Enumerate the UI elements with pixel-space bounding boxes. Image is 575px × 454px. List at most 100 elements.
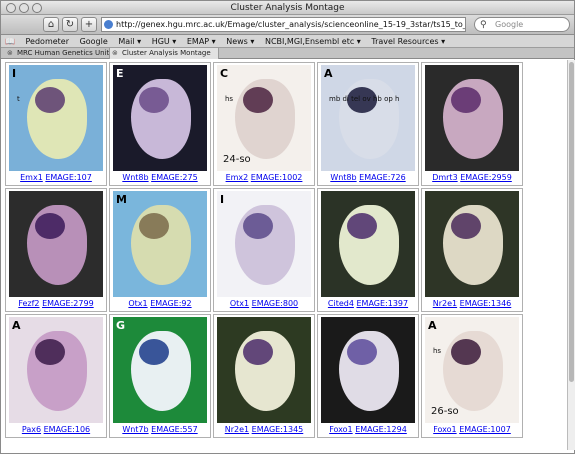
gene-link[interactable]: Emx1 (20, 173, 43, 182)
emage-link[interactable]: EMAGE:557 (151, 425, 198, 434)
gene-link[interactable]: Otx1 (128, 299, 147, 308)
emage-link[interactable]: EMAGE:275 (151, 173, 198, 182)
emage-link[interactable]: EMAGE:1007 (459, 425, 511, 434)
caption: Wnt8b EMAGE:275 (110, 173, 210, 183)
annotation-label: mb di tel ov hb op h (329, 95, 400, 103)
title-bar: Cluster Analysis Montage (1, 1, 574, 15)
embryo-image[interactable]: Chs 24-so (217, 65, 311, 171)
browser-window: Cluster Analysis Montage ⌂ ↻ + http://ge… (0, 0, 575, 454)
gene-link[interactable]: Cited4 (328, 299, 354, 308)
stain-region (35, 339, 65, 365)
annotation-label: t (17, 95, 20, 103)
emage-link[interactable]: EMAGE:1397 (356, 299, 408, 308)
add-bookmark-button[interactable]: + (81, 17, 97, 32)
annotation-label: hs (225, 95, 234, 103)
embryo-image[interactable]: Amb di tel ov hb op h (321, 65, 415, 171)
site-favicon-icon (104, 20, 113, 29)
caption: Nr2e1 EMAGE:1346 (422, 299, 522, 309)
gene-link[interactable]: Otx1 (230, 299, 249, 308)
emage-link[interactable]: EMAGE:726 (359, 173, 406, 182)
tab-close-icon[interactable]: ⊗ (112, 48, 118, 59)
gene-link[interactable]: Dmrt3 (432, 173, 457, 182)
home-icon: ⌂ (47, 19, 55, 30)
embryo-image[interactable]: A (9, 317, 103, 423)
bookmark-mail[interactable]: Mail ▾ (118, 35, 141, 47)
bookmark-news[interactable]: News ▾ (226, 35, 254, 47)
minimize-window-button[interactable] (19, 3, 29, 13)
gene-link[interactable]: Pax6 (22, 425, 41, 434)
caption: Foxo1 EMAGE:1294 (318, 425, 418, 435)
vertical-scrollbar[interactable] (567, 60, 575, 450)
somite-count-label: 24-so (223, 154, 251, 165)
gene-link[interactable]: Foxo1 (329, 425, 352, 434)
gene-link[interactable]: Nr2e1 (433, 299, 457, 308)
emage-link[interactable]: EMAGE:92 (150, 299, 191, 308)
bookmark-pedometer[interactable]: Pedometer (26, 35, 70, 47)
emage-link[interactable]: EMAGE:1294 (355, 425, 407, 434)
plus-icon: + (84, 19, 94, 30)
montage-cell: M Otx1 EMAGE:92 (109, 188, 211, 312)
embryo-image[interactable] (217, 317, 311, 423)
caption: Emx2 EMAGE:1002 (214, 173, 314, 183)
stain-region (243, 213, 273, 239)
embryo-image[interactable]: Ahs 26-so (425, 317, 519, 423)
emage-link[interactable]: EMAGE:1345 (252, 425, 304, 434)
montage-cell: Ahs 26-so Foxo1 EMAGE:1007 (421, 314, 523, 438)
embryo-image[interactable]: M (113, 191, 207, 297)
stain-region (347, 339, 377, 365)
montage-cell: Chs 24-so Emx2 EMAGE:1002 (213, 62, 315, 186)
somite-count-label: 26-so (431, 406, 459, 417)
embryo-image[interactable] (425, 191, 519, 297)
emage-link[interactable]: EMAGE:107 (45, 173, 92, 182)
bookmark-google[interactable]: Google (80, 35, 108, 47)
gene-link[interactable]: Wnt8b (330, 173, 356, 182)
embryo-image[interactable] (321, 191, 415, 297)
tab-label: Cluster Analysis Montage (122, 49, 211, 57)
gene-link[interactable]: Wnt8b (122, 173, 148, 182)
tab-close-icon[interactable]: ⊗ (7, 48, 13, 59)
bookmark-ncbi[interactable]: NCBI,MGI,Ensembl etc ▾ (265, 35, 361, 47)
montage-cell: Fezf2 EMAGE:2799 (5, 188, 107, 312)
emage-link[interactable]: EMAGE:800 (252, 299, 299, 308)
search-input[interactable]: ⚲ Google (474, 17, 570, 32)
address-bar[interactable]: http://genex.hgu.mrc.ac.uk/Emage/cluster… (101, 17, 466, 32)
montage-cell: It Emx1 EMAGE:107 (5, 62, 107, 186)
bookmark-emap[interactable]: EMAP ▾ (187, 35, 216, 47)
gene-link[interactable]: Fezf2 (18, 299, 39, 308)
emage-link[interactable]: EMAGE:2799 (42, 299, 94, 308)
emage-link[interactable]: EMAGE:2959 (460, 173, 512, 182)
emage-link[interactable]: EMAGE:106 (44, 425, 91, 434)
gene-link[interactable]: Wnt7b (122, 425, 148, 434)
emage-link[interactable]: EMAGE:1002 (251, 173, 303, 182)
scroll-thumb[interactable] (569, 62, 574, 382)
stain-region (347, 213, 377, 239)
montage-cell: Cited4 EMAGE:1397 (317, 188, 419, 312)
embryo-image[interactable] (9, 191, 103, 297)
home-button[interactable]: ⌂ (43, 17, 59, 32)
close-window-button[interactable] (6, 3, 16, 13)
tab-cluster-montage[interactable]: ⊗ Cluster Analysis Montage (109, 48, 219, 59)
bookmark-hgu[interactable]: HGU ▾ (152, 35, 177, 47)
embryo-image[interactable]: G (113, 317, 207, 423)
refresh-button[interactable]: ↻ (62, 17, 78, 32)
montage-row: A Pax6 EMAGE:106 G Wnt7b EMAGE:557 Nr2e1 EMA… (5, 314, 523, 438)
bookmark-travel[interactable]: Travel Resources ▾ (371, 35, 445, 47)
montage-cell: Foxo1 EMAGE:1294 (317, 314, 419, 438)
embryo-image[interactable]: I (217, 191, 311, 297)
montage-cell: Dmrt3 EMAGE:2959 (421, 62, 523, 186)
emage-link[interactable]: EMAGE:1346 (460, 299, 512, 308)
gene-link[interactable]: Foxo1 (433, 425, 456, 434)
gene-link[interactable]: Emx2 (226, 173, 249, 182)
embryo-image[interactable] (425, 65, 519, 171)
embryo-image[interactable]: E (113, 65, 207, 171)
zoom-window-button[interactable] (32, 3, 42, 13)
montage-cell: A Pax6 EMAGE:106 (5, 314, 107, 438)
tab-mrc-hgu[interactable]: ⊗ MRC Human Genetics Unit (5, 48, 109, 59)
caption: Fezf2 EMAGE:2799 (6, 299, 106, 309)
embryo-image[interactable] (321, 317, 415, 423)
embryo-image[interactable]: It (9, 65, 103, 171)
caption: Otx1 EMAGE:92 (110, 299, 210, 309)
bookmarks-book-icon[interactable]: 📖 (5, 35, 15, 47)
panel-letter: C (220, 67, 229, 80)
gene-link[interactable]: Nr2e1 (225, 425, 249, 434)
